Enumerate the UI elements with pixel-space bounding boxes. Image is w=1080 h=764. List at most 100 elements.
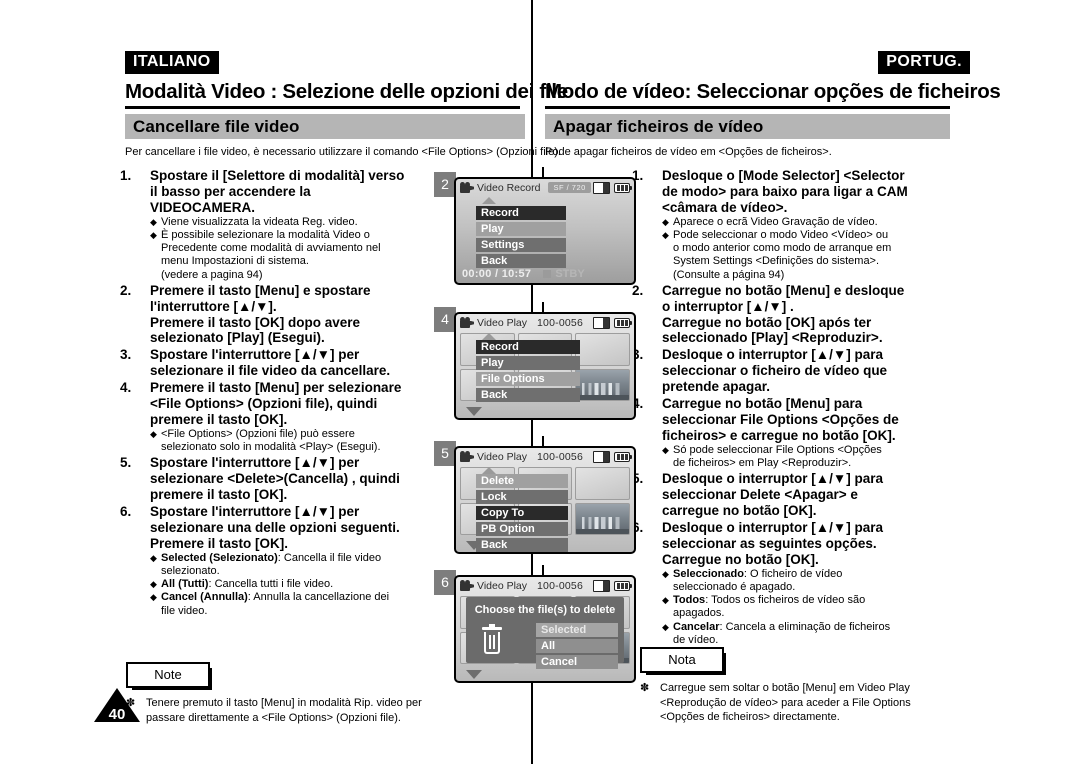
menu-item-pb-option[interactable]: PB Option xyxy=(476,522,568,536)
menu-item-record[interactable]: Record xyxy=(476,340,580,354)
screen-step-badge: 4 xyxy=(434,307,456,332)
dialog-title: Choose the file(s) to delete xyxy=(474,604,616,616)
step-number: 5. xyxy=(120,455,132,471)
scroll-up-arrow-icon[interactable] xyxy=(482,197,496,204)
menu-item-copy-to[interactable]: Copy To xyxy=(476,506,568,520)
scroll-up-arrow-icon[interactable] xyxy=(482,333,496,340)
bullet-item: ◆ Selected (Selezionato): Cancella il fil… xyxy=(150,552,430,578)
step-body: Premere il tasto [Menu] e spostare l'inte… xyxy=(150,283,430,347)
video-thumbnail[interactable] xyxy=(575,368,630,401)
step-text-line: premere il tasto [OK]. xyxy=(150,412,288,428)
step-text-line: seleccionar Delete <Apagar> e xyxy=(662,487,858,503)
bullet-text: Seleccionado: O ficheiro de vídeo selecci… xyxy=(673,568,952,594)
step-text-line: selezionare <Delete>(Cancella) , quindi xyxy=(150,471,400,487)
bullet-text: Cancelar: Cancela a eliminação de fichei… xyxy=(673,621,952,647)
scroll-down-arrow-icon[interactable] xyxy=(466,407,482,416)
bullet-text-line: (Consulte a página 94) xyxy=(673,268,785,281)
step-body: Spostare l'interruttore [▲/▼] per selezio… xyxy=(150,347,430,379)
bullet-item: ◆ Cancelar: Cancela a eliminação de fiche… xyxy=(662,621,952,647)
step-text-line: Desloque o [Mode Selector] <Selector xyxy=(662,168,905,183)
status-icons xyxy=(593,181,632,194)
menu-item-back[interactable]: Back xyxy=(476,538,568,552)
step-number: 3. xyxy=(120,347,132,363)
note-text-italian: Tenere premuto il tasto [Menu] in modali… xyxy=(146,696,422,725)
lcd-menu-list: Delete Lock Copy To PB Option Back xyxy=(476,474,568,552)
bullet-text-line: Precedente come modalità di avviamento n… xyxy=(161,242,381,255)
menu-item-record[interactable]: Record xyxy=(476,206,566,220)
diamond-bullet-icon: ◆ xyxy=(662,216,669,227)
diamond-bullet-icon: ◆ xyxy=(662,568,669,579)
step-body: Desloque o interruptor [▲/▼] para selecci… xyxy=(662,347,952,395)
diamond-bullet-icon: ◆ xyxy=(150,592,157,603)
dialog-option-all[interactable]: All xyxy=(536,639,618,653)
bullet-text: È possibile selezionare la modalità Vide… xyxy=(161,229,430,282)
italian-column: ITALIANO Modalità Video : Selezione dell… xyxy=(0,0,568,764)
intro-text-portuguese: Pode apagar ficheiros de vídeo em <Opçõe… xyxy=(545,146,832,158)
battery-icon xyxy=(614,451,632,462)
scroll-up-arrow-icon[interactable] xyxy=(482,467,496,474)
memory-card-icon xyxy=(593,181,610,194)
menu-item-lock[interactable]: Lock xyxy=(476,490,568,504)
memory-card-icon xyxy=(593,316,610,329)
step-item: 1. Desloque o [Mode Selector] <Selector de… xyxy=(632,168,952,282)
scroll-down-arrow-icon[interactable] xyxy=(466,670,482,679)
menu-item-delete[interactable]: Delete xyxy=(476,474,568,488)
section-title-portuguese: Apagar ficheiros de vídeo xyxy=(553,117,764,136)
step-text-line: seleccionar File Options <Opções de xyxy=(662,412,899,428)
step-text-line: premere il tasto [OK]. xyxy=(150,487,288,503)
bullet-term: Seleccionado xyxy=(673,567,744,580)
dialog-option-cancel[interactable]: Cancel xyxy=(536,655,618,669)
step-body: Carregue no botão [Menu] para seleccionar… xyxy=(662,396,952,470)
alignment-tick xyxy=(542,565,544,573)
bullet-text-line: Aparece o ecrã Video Gravação de vídeo. xyxy=(673,215,878,228)
bullet-text-line: Seleccionado: O ficheiro de vídeo xyxy=(673,567,843,580)
screen-step-badge: 6 xyxy=(434,570,456,595)
menu-item-file-options[interactable]: File Options xyxy=(476,372,580,386)
bullet-item: ◆ Todos: Todos os ficheiros de vídeo são a… xyxy=(662,594,952,620)
bullet-text: Todos: Todos os ficheiros de vídeo são ap… xyxy=(673,594,952,620)
lcd-mode-title: Video Play xyxy=(477,316,528,329)
menu-item-settings[interactable]: Settings xyxy=(476,238,566,252)
lcd-display: 00:00 / 10:57 STBY Video Record SF / 720 Rec… xyxy=(454,177,636,285)
bullet-term: All (Tutti) xyxy=(161,578,209,591)
bullet-text-line: Viene visualizzata la videata Reg. video… xyxy=(161,215,358,228)
step-number: 5. xyxy=(632,471,644,487)
step-text-line: ficheiros> e carregue no botão [OK]. xyxy=(662,428,896,443)
menu-item-play[interactable]: Play xyxy=(476,356,580,370)
step-body: Spostare il [Selettore di modalità] vers… xyxy=(150,168,430,282)
menu-item-back[interactable]: Back xyxy=(476,254,566,268)
menu-item-back[interactable]: Back xyxy=(476,388,580,402)
video-thumbnail[interactable] xyxy=(575,502,630,535)
language-tag-italian: ITALIANO xyxy=(125,51,219,74)
diamond-bullet-icon: ◆ xyxy=(150,552,157,563)
video-thumbnail[interactable] xyxy=(575,467,630,500)
bullet-item: ◆ Viene visualizzata la videata Reg. vide… xyxy=(150,216,430,229)
step-number: 6. xyxy=(632,520,644,536)
step-body: Spostare l'interruttore [▲/▼] per selezio… xyxy=(150,504,430,618)
bullet-item: ◆ Seleccionado: O ficheiro de vídeo selecc… xyxy=(662,568,952,594)
step-text-line: <câmara de vídeo>. xyxy=(662,199,788,215)
bullet-text: <File Options> (Opzioni file) può essere… xyxy=(161,428,430,454)
note-text-line: <Reprodução de vídeo> para aceder a File… xyxy=(660,696,911,709)
step-number: 1. xyxy=(120,168,132,183)
step-text-line: Carregue no botão [Menu] e desloque xyxy=(662,282,905,298)
status-icons xyxy=(593,450,632,463)
step-body: Premere il tasto [Menu] per selezionare <… xyxy=(150,380,430,454)
menu-item-play[interactable]: Play xyxy=(476,222,566,236)
bullet-text-line: apagados. xyxy=(673,607,725,620)
bullet-text-line: Selected (Selezionato): Cancella il file… xyxy=(161,551,382,564)
bullet-text: All (Tutti): Cancella tutti i file video… xyxy=(161,578,430,591)
lcd-mode-title: Video Play xyxy=(477,579,528,592)
memory-card-icon xyxy=(593,579,610,592)
scroll-down-arrow-icon[interactable] xyxy=(466,541,482,550)
bullet-item: ◆ Só pode seleccionar File Options <Opçõe… xyxy=(662,444,952,470)
video-thumbnail[interactable] xyxy=(575,333,630,366)
step-text-line: Premere il tasto [Menu] per selezionare xyxy=(150,380,402,396)
step-text-line: o interruptor [▲/▼] . xyxy=(662,298,794,314)
diamond-bullet-icon: ◆ xyxy=(150,579,157,590)
dialog-option-selected[interactable]: Selected xyxy=(536,623,618,637)
intro-text-italian: Per cancellare i file video, è necessari… xyxy=(125,146,561,158)
bullet-text-line: menu Impostazioni di sistema. xyxy=(161,255,309,268)
step-text-line: Desloque o interruptor [▲/▼] para xyxy=(662,347,883,363)
lcd-status-bar: Video Play 100-0056 xyxy=(456,577,634,594)
